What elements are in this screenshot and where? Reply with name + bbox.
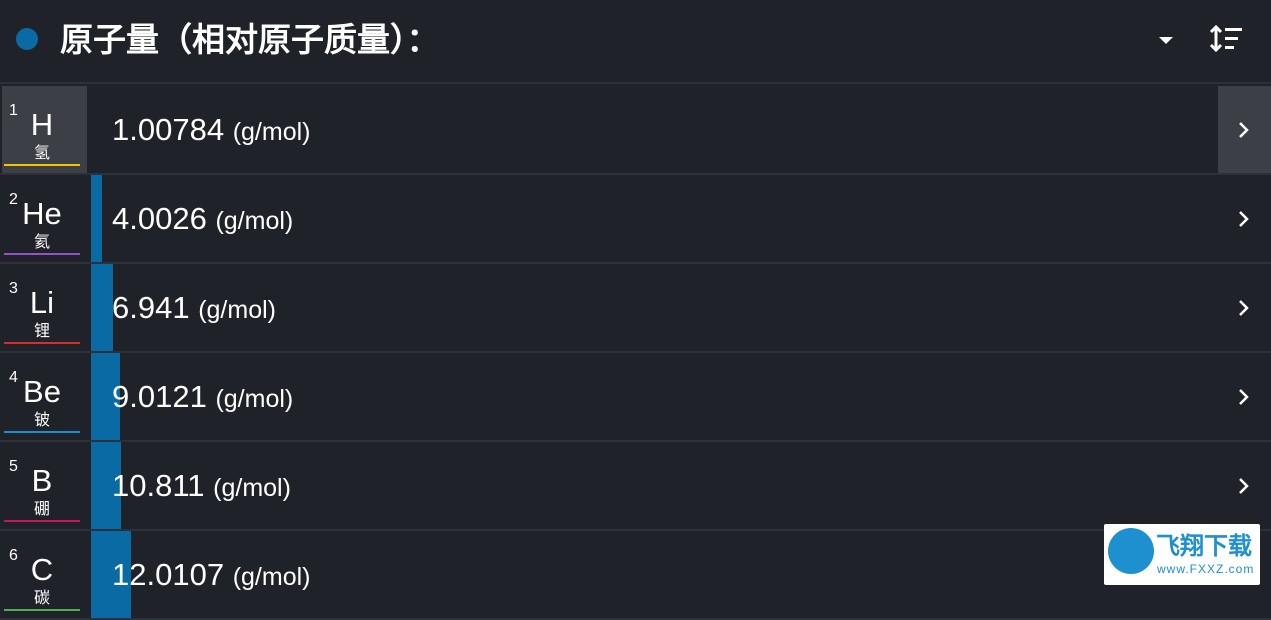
- value-bar: [91, 264, 113, 351]
- atomic-weight-unit: (g/mol): [232, 118, 311, 146]
- watermark-logo: 飞翔下载 www.FXXZ.com: [1104, 524, 1260, 585]
- element-row[interactable]: 6 C 碳 12.0107 (g/mol): [0, 531, 1271, 620]
- atomic-weight-value: 12.0107 (g/mol): [112, 555, 310, 597]
- element-tile[interactable]: 3 Li 锂: [2, 264, 87, 351]
- atomic-weight-unit: (g/mol): [232, 563, 311, 591]
- chevron-right-icon[interactable]: [1218, 353, 1271, 440]
- element-row[interactable]: 3 Li 锂 6.941 (g/mol): [0, 264, 1271, 353]
- atomic-weight-number: 6.941: [112, 290, 190, 325]
- element-symbol: Li: [29, 285, 55, 320]
- element-symbol: B: [31, 463, 53, 498]
- chevron-right-icon[interactable]: [1218, 264, 1271, 351]
- atomic-weight-unit: (g/mol): [215, 385, 294, 413]
- atomic-weight-value: 9.0121 (g/mol): [112, 377, 293, 419]
- atomic-weight-unit: (g/mol): [213, 474, 291, 502]
- element-tile[interactable]: 6C碳: [2, 531, 87, 618]
- watermark-name: 飞翔下载: [1156, 532, 1252, 560]
- element-name: 氢: [33, 143, 50, 162]
- element-row[interactable]: 5 B 硼 10.811 (g/mol): [0, 442, 1271, 531]
- atomic-weight-number: 1.00784: [112, 112, 225, 147]
- header-bar: 原子量（相对原子质量）：: [0, 0, 1271, 84]
- element-symbol: He: [22, 196, 62, 231]
- atomic-weight-value: 4.0026 (g/mol): [112, 199, 293, 241]
- triangle-down-icon[interactable]: [1152, 26, 1180, 54]
- atomic-weight-unit: (g/mol): [215, 207, 294, 235]
- element-name: 硼: [33, 499, 50, 518]
- value-bar: [91, 175, 102, 262]
- atomic-weight-value: 1.00784 (g/mol): [112, 110, 310, 152]
- element-symbol: Be: [23, 374, 61, 409]
- element-row[interactable]: 4 Be 铍 9.0121 (g/mol): [0, 353, 1271, 442]
- element-tile[interactable]: 2 He 氦: [2, 175, 87, 262]
- element-row[interactable]: 1 H 氢 1.00784 (g/mol): [0, 86, 1271, 175]
- category-underline: [4, 342, 80, 344]
- element-name: 碳: [33, 588, 50, 607]
- accent-dot-icon: [16, 28, 38, 50]
- category-underline: [4, 164, 80, 166]
- category-underline: [4, 253, 80, 255]
- chevron-right-icon[interactable]: [1218, 175, 1271, 262]
- element-name: 锂: [33, 321, 50, 340]
- watermark-url: www.FXXZ.com: [1157, 562, 1255, 576]
- atomic-weight-unit: (g/mol): [198, 296, 276, 324]
- atomic-weight-number: 12.0107: [112, 557, 225, 592]
- page-title: 原子量（相对原子质量）：: [60, 20, 440, 59]
- element-row[interactable]: 2 He 氦 4.0026 (g/mol): [0, 175, 1271, 264]
- category-underline: [4, 609, 80, 611]
- category-underline: [4, 520, 80, 522]
- watermark-icon: [1108, 528, 1154, 574]
- element-tile[interactable]: 1H氢: [2, 86, 87, 173]
- atomic-weight-value: 6.941 (g/mol): [112, 288, 276, 330]
- element-name: 铍: [33, 410, 50, 429]
- element-name: 氦: [33, 232, 50, 251]
- atomic-weight-value: 10.811 (g/mol): [112, 466, 291, 508]
- atomic-weight-number: 10.811: [112, 468, 205, 503]
- category-underline: [4, 431, 80, 433]
- atomic-weight-number: 9.0121: [112, 379, 207, 414]
- chevron-right-icon[interactable]: [1218, 442, 1271, 529]
- element-symbol: H: [30, 107, 54, 142]
- chevron-right-icon[interactable]: [1218, 86, 1271, 173]
- element-tile[interactable]: 4 Be 铍: [2, 353, 87, 440]
- element-tile[interactable]: 5B硼: [2, 442, 87, 529]
- sort-icon[interactable]: [1208, 22, 1246, 56]
- atomic-weight-number: 4.0026: [112, 201, 207, 236]
- element-symbol: C: [30, 552, 54, 587]
